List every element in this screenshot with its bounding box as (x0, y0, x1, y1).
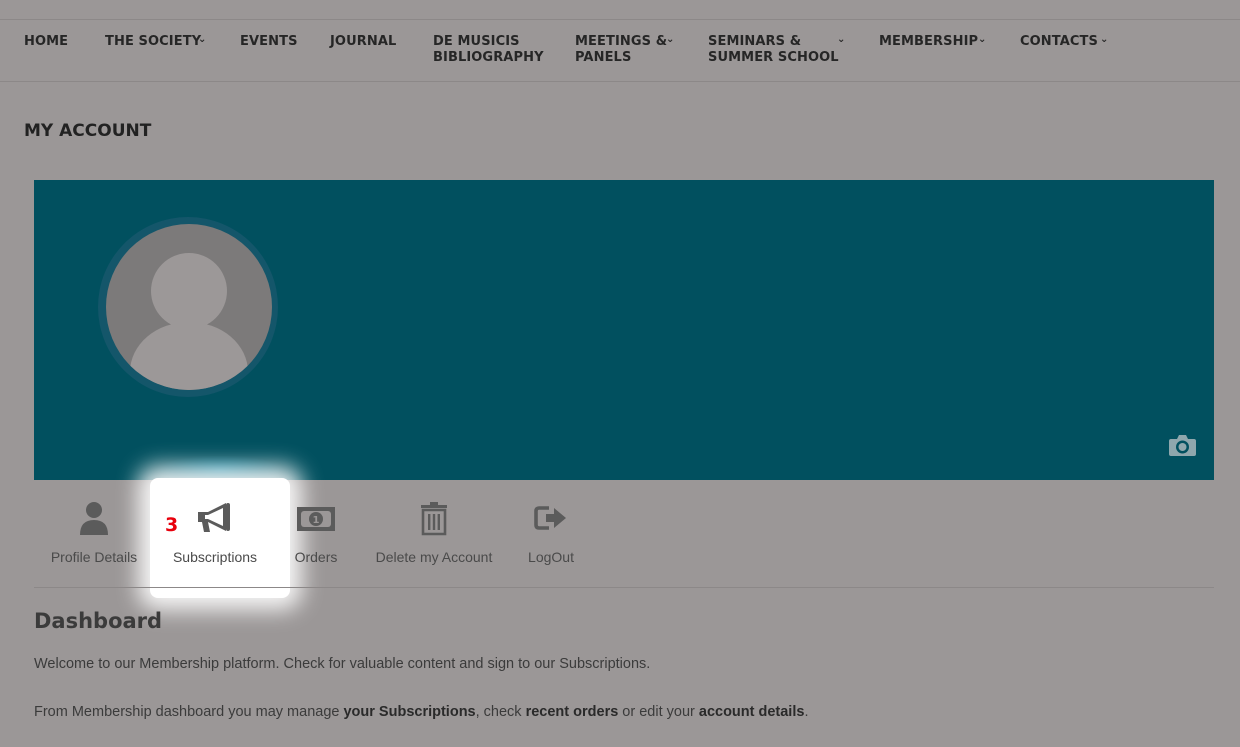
welcome-text: Welcome to our Membership platform. Chec… (34, 656, 651, 672)
nav-journal[interactable]: JOURNAL (330, 34, 396, 50)
subscriptions-link-text: your Subscriptions (343, 704, 476, 720)
text-segment: . (804, 704, 809, 720)
user-placeholder-icon[interactable] (106, 224, 272, 390)
account-details-link-text: account details (698, 704, 805, 720)
chevron-down-icon[interactable]: ⌄ (666, 34, 674, 45)
chevron-down-icon[interactable]: ⌄ (1100, 34, 1108, 45)
tab-orders[interactable]: 1 Orders (276, 500, 356, 570)
nav-membership[interactable]: MEMBERSHIP (879, 34, 978, 50)
tab-subscriptions[interactable]: Subscriptions (165, 500, 265, 570)
megaphone-icon (198, 503, 230, 532)
chevron-down-icon[interactable]: ⌄ (978, 34, 986, 45)
tab-logout[interactable]: LogOut (516, 500, 586, 570)
nav-seminars-summer-school[interactable]: SEMINARS & SUMMER SCHOOL (708, 34, 839, 66)
tab-label: Delete my Account (375, 549, 493, 565)
chevron-down-icon[interactable]: ⌄ (837, 34, 845, 45)
page-title: MY ACCOUNT (24, 121, 152, 141)
nav-the-society[interactable]: THE SOCIETY (105, 34, 201, 50)
nav-de-musicis-bibliography[interactable]: DE MUSICIS BIBLIOGRAPHY (433, 34, 544, 66)
dashboard-title: Dashboard (34, 609, 163, 633)
camera-icon[interactable] (1169, 433, 1196, 457)
dashboard-manage-text: From Membership dashboard you may manage… (34, 704, 808, 720)
nav-events[interactable]: EVENTS (240, 34, 298, 50)
nav-meetings-panels[interactable]: MEETINGS & PANELS (575, 34, 667, 66)
tab-label: Profile Details (50, 549, 138, 565)
chevron-down-icon[interactable]: ⌄ (198, 34, 206, 45)
nav-home[interactable]: HOME (24, 34, 68, 50)
tab-label: LogOut (528, 549, 574, 565)
main-navigation: HOME THE SOCIETY ⌄ EVENTS JOURNAL DE MUS… (0, 19, 1240, 82)
money-bill-icon: 1 (297, 507, 335, 531)
sign-out-icon (534, 506, 566, 530)
text-segment: From Membership dashboard you may manage (34, 704, 344, 720)
tab-profile-details[interactable]: Profile Details (44, 500, 144, 570)
svg-text:1: 1 (313, 515, 320, 526)
divider (34, 587, 1214, 588)
tab-label: Orders (294, 549, 338, 565)
nav-contacts[interactable]: CONTACTS (1020, 34, 1098, 50)
text-segment: , check (475, 704, 526, 720)
tab-delete-my-account[interactable]: Delete my Account (370, 500, 498, 570)
user-icon (80, 502, 108, 535)
recent-orders-link-text: recent orders (525, 704, 619, 720)
text-segment: or edit your (618, 704, 699, 720)
tab-label: Subscriptions (172, 549, 258, 565)
trash-icon (421, 502, 447, 536)
